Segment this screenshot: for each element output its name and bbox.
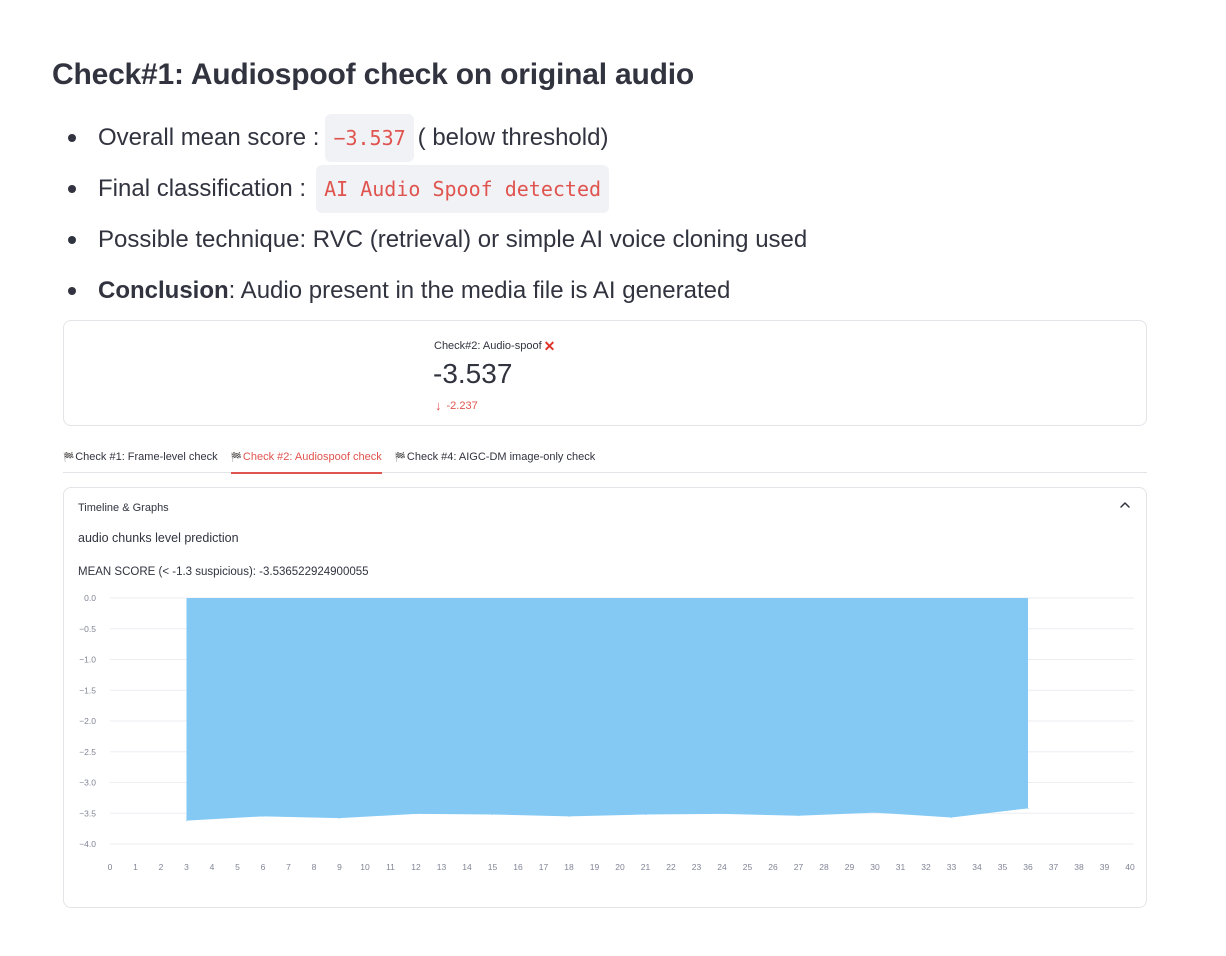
list-item-score: Overall mean score : −3.537 ( below thre… (66, 112, 807, 163)
data-point (874, 812, 876, 814)
data-point (339, 817, 340, 819)
list-item-classification: Final classification : AI Audio Spoof de… (66, 163, 807, 214)
x-tick-label: 7 (286, 862, 291, 872)
x-tick-label: 8 (312, 862, 317, 872)
metric-card: Check#2: Audio-spoof ✕ -3.537 ↓ -2.237 (63, 320, 1147, 426)
classification-value: AI Audio Spoof detected (316, 164, 610, 213)
x-tick-label: 28 (819, 862, 829, 872)
y-tick-label: −2.5 (79, 747, 96, 757)
data-point (415, 813, 417, 815)
x-tick-label: 4 (210, 862, 215, 872)
page-title: Check#1: Audiospoof check on original au… (52, 58, 695, 91)
x-tick-label: 26 (768, 862, 778, 872)
x-tick-label: 2 (159, 862, 164, 872)
x-tick-label: 9 (337, 862, 342, 872)
tab-label: Check #2: Audiospoof check (242, 451, 382, 463)
x-tick-label: 15 (488, 862, 498, 872)
x-tick-label: 0 (108, 862, 113, 872)
data-point (645, 813, 646, 815)
tab-label: Check #1: Frame-level check (75, 451, 218, 463)
tab-audiospoof-check[interactable]: 🏁 Check #2: Audiospoof check (230, 441, 382, 474)
list-item-technique: Possible technique: RVC (retrieval) or s… (66, 214, 807, 265)
timeline-expander: Timeline & Graphs audio chunks level pre… (63, 487, 1147, 908)
data-point (262, 815, 264, 817)
x-tick-label: 17 (539, 862, 549, 872)
summary-list: Overall mean score : −3.537 ( below thre… (66, 112, 807, 316)
data-point (1027, 807, 1029, 809)
area-chart: 0.0−0.5−1.0−1.5−2.0−2.5−3.0−3.5−4.00 1 2 3 4… (79, 593, 1135, 872)
technique-text: Possible technique: RVC (retrieval) or s… (98, 225, 808, 253)
x-tick-label: 20 (615, 862, 625, 872)
classification-label: Final classification : (98, 174, 307, 202)
area-series (186, 598, 1028, 821)
score-note: ( below threshold) (417, 123, 609, 151)
x-tick-label: 39 (1100, 862, 1110, 872)
x-tick-label: 21 (641, 862, 651, 872)
tab-label: Check #4: AIGC-DM image-only check (406, 451, 596, 463)
x-tick-label: 29 (845, 862, 855, 872)
x-tick-label: 25 (743, 862, 753, 872)
x-tick-label: 32 (921, 862, 931, 872)
data-point (568, 815, 570, 817)
metric-value: -3.537 (433, 358, 513, 389)
conclusion-text: : Audio present in the media file is AI … (228, 276, 731, 304)
x-tick-label: 22 (666, 862, 676, 872)
data-point (951, 817, 952, 819)
y-tick-label: −4.0 (79, 839, 96, 849)
x-tick-label: 24 (717, 862, 727, 872)
x-tick-label: 16 (513, 862, 523, 872)
data-point (186, 820, 187, 822)
y-tick-label: −3.0 (79, 778, 96, 788)
x-tick-label: 33 (947, 862, 957, 872)
y-tick-label: −2.0 (79, 716, 96, 726)
y-tick-label: −0.5 (79, 624, 96, 634)
x-tick-label: 36 (1023, 862, 1033, 872)
x-tick-label: 10 (360, 862, 370, 872)
y-tick-label: −3.5 (79, 808, 96, 818)
metric-delta: ↓ -2.237 (435, 398, 478, 413)
x-tick-label: 30 (870, 862, 880, 872)
arrow-down-icon: ↓ (435, 398, 442, 413)
data-point (721, 813, 723, 815)
x-tick-label: 18 (564, 862, 574, 872)
y-tick-label: −1.0 (79, 655, 96, 665)
x-tick-label: 13 (437, 862, 447, 872)
x-tick-label: 1 (133, 862, 138, 872)
x-tick-label: 27 (794, 862, 804, 872)
x-tick-label: 14 (462, 862, 472, 872)
x-tick-label: 23 (692, 862, 702, 872)
x-tick-label: 35 (998, 862, 1008, 872)
checkered-flag-icon: 🏁 (63, 451, 75, 462)
x-tick-label: 3 (184, 862, 189, 872)
x-tick-label: 19 (590, 862, 600, 872)
y-tick-label: −1.5 (79, 685, 96, 695)
data-point (492, 813, 493, 815)
score-value: −3.537 (325, 113, 414, 162)
score-label: Overall mean score : (98, 123, 320, 151)
data-point (798, 815, 799, 817)
conclusion-label: Conclusion (98, 276, 229, 304)
x-tick-label: 37 (1049, 862, 1059, 872)
x-tick-label: 6 (261, 862, 266, 872)
metric-label-text: Check#2: Audio-spoof (434, 340, 542, 352)
tab-aigc-dm-check[interactable]: 🏁 Check #4: AIGC-DM image-only check (395, 441, 596, 473)
y-tick-label: 0.0 (84, 593, 96, 603)
metric-label: Check#2: Audio-spoof ✕ (434, 339, 555, 353)
x-tick-label: 11 (386, 862, 395, 872)
checkered-flag-icon: 🏁 (394, 451, 406, 462)
x-tick-label: 31 (896, 862, 906, 872)
checkered-flag-icon: 🏁 (230, 451, 242, 462)
metric-delta-value: -2.237 (446, 399, 478, 412)
x-tick-label: 34 (972, 862, 982, 872)
list-item-conclusion: Conclusion: Audio present in the media f… (66, 265, 807, 316)
tab-frame-level-check[interactable]: 🏁 Check #1: Frame-level check (63, 441, 218, 473)
x-tick-label: 5 (235, 862, 240, 872)
x-tick-label: 38 (1074, 862, 1084, 872)
x-tick-label: 40 (1125, 862, 1135, 872)
tab-bar: 🏁 Check #1: Frame-level check 🏁 Check #2… (63, 441, 1147, 474)
x-tick-label: 12 (411, 862, 421, 872)
x-icon: ✕ (543, 338, 556, 354)
